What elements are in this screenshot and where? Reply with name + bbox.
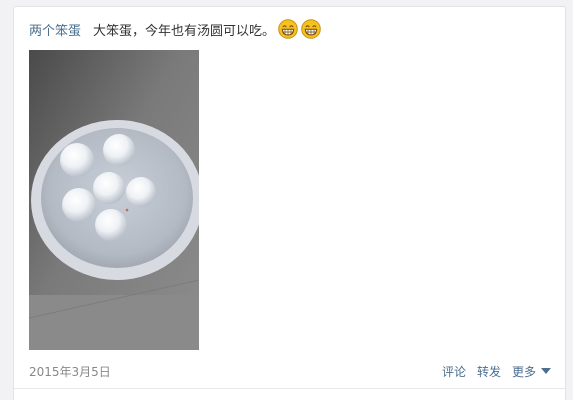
grin-emoji-icon [278,19,298,39]
forward-button[interactable]: 转发 [477,363,501,380]
chevron-down-icon [541,368,551,374]
post-card: 两个笨蛋 大笨蛋，今年也有汤圆可以吃。 2015年3月5日 评论 转发 更多 [13,6,566,400]
more-button[interactable]: 更多 [512,363,551,380]
post-actions: 评论 转发 更多 [431,363,551,380]
post-footer: 2015年3月5日 评论 转发 更多 [29,362,551,380]
post-text: 大笨蛋，今年也有汤圆可以吃。 [93,23,276,39]
post-header: 两个笨蛋 大笨蛋，今年也有汤圆可以吃。 [29,17,321,41]
more-label: 更多 [511,364,536,379]
author-name[interactable]: 两个笨蛋 [29,20,81,39]
grin-emoji-icon [301,19,321,39]
footer-divider [14,388,565,389]
post-date[interactable]: 2015年3月5日 [29,363,111,380]
comment-button[interactable]: 评论 [442,363,466,380]
post-photo[interactable] [29,50,199,350]
